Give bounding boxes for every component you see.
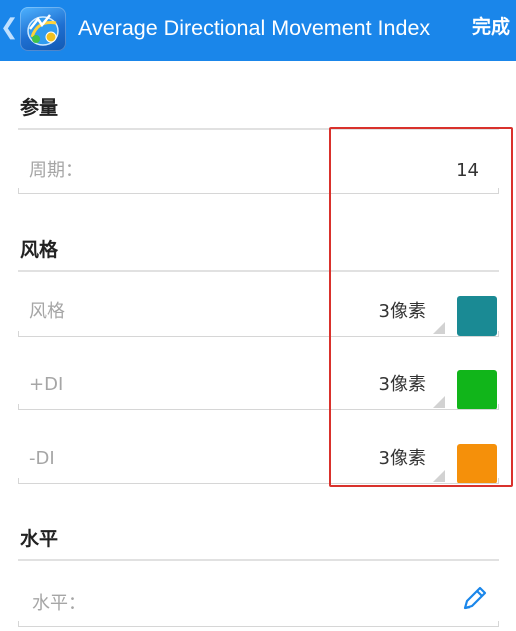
indicator-settings-screen: ❮ Average Directional Movement Index 完成 … (0, 0, 516, 631)
style-row-minus-di: -DI 3像素 (18, 436, 499, 486)
line-width-select[interactable]: 3像素 (379, 373, 426, 397)
top-bar: ❮ Average Directional Movement Index 完成 (0, 0, 516, 61)
style-row-label: 风格 (29, 301, 65, 322)
color-swatch[interactable] (457, 296, 497, 336)
field-underline (18, 331, 499, 337)
period-field[interactable]: 周期： 14 (18, 150, 499, 196)
dropdown-corner-icon (433, 396, 445, 408)
section-divider (18, 128, 499, 130)
section-title-params: 参量 (20, 97, 59, 119)
dropdown-corner-icon (433, 322, 445, 334)
section-title-levels: 水平 (20, 528, 59, 550)
period-value[interactable]: 14 (456, 159, 479, 183)
field-underline (18, 478, 499, 484)
line-width-select[interactable]: 3像素 (379, 300, 426, 324)
back-icon[interactable]: ❮ (0, 14, 18, 42)
levels-label: 水平： (32, 593, 86, 614)
style-row-main: 风格 3像素 (18, 290, 499, 340)
section-divider (18, 270, 499, 272)
period-label: 周期： (29, 160, 83, 181)
style-row-label: -DI (29, 448, 55, 469)
color-swatch[interactable] (457, 444, 497, 484)
style-row-plus-di: +DI 3像素 (18, 362, 499, 412)
pencil-icon[interactable] (459, 582, 491, 618)
done-button[interactable]: 完成 (472, 12, 510, 42)
style-row-label: +DI (29, 374, 64, 395)
metatrader-app-icon[interactable] (20, 7, 66, 51)
field-underline (18, 621, 499, 627)
field-underline (18, 404, 499, 410)
levels-field[interactable]: 水平： (18, 580, 499, 628)
field-underline (18, 188, 499, 194)
page-title: Average Directional Movement Index (78, 16, 431, 40)
color-swatch[interactable] (457, 370, 497, 410)
section-divider (18, 559, 499, 561)
section-title-style: 风格 (20, 239, 59, 261)
dropdown-corner-icon (433, 470, 445, 482)
line-width-select[interactable]: 3像素 (379, 447, 426, 471)
